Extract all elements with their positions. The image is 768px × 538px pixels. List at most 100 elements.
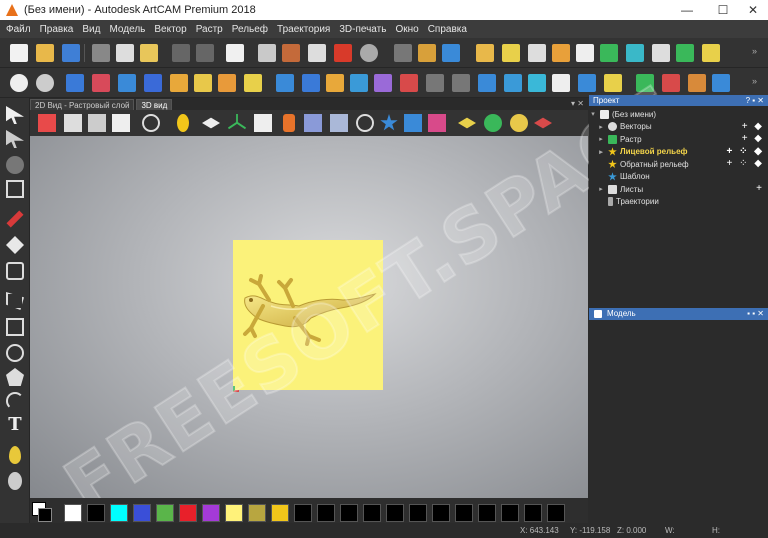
- model-panel-controls[interactable]: ▪ ▪ ✕: [747, 308, 764, 320]
- menu-bitmap[interactable]: Растр: [196, 24, 223, 35]
- tree-item-front-relief[interactable]: ▸ Лицевой рельеф + ⁘ ◆: [589, 146, 768, 159]
- polygon-icon[interactable]: [6, 368, 24, 386]
- wave-icon[interactable]: [528, 74, 546, 92]
- polyline-icon[interactable]: [6, 292, 24, 310]
- undo-icon[interactable]: [172, 44, 190, 62]
- document-icon[interactable]: [226, 44, 244, 62]
- layout-icon[interactable]: [258, 44, 276, 62]
- menu-3d-print[interactable]: 3D-печать: [339, 24, 386, 35]
- cube-icon[interactable]: [394, 44, 412, 62]
- relief-add-icon[interactable]: [118, 74, 136, 92]
- plane-icon[interactable]: [202, 117, 220, 129]
- blocks-icon[interactable]: [442, 44, 460, 62]
- color-swatch[interactable]: [225, 504, 243, 522]
- color-swatch[interactable]: [340, 504, 358, 522]
- tree-item-actions[interactable]: + ◆: [742, 133, 764, 144]
- fade-icon[interactable]: [400, 74, 418, 92]
- relief-star-icon[interactable]: [244, 74, 262, 92]
- grid-icon[interactable]: [282, 44, 300, 62]
- shaded-icon[interactable]: [304, 114, 322, 132]
- color-swatch[interactable]: [271, 504, 289, 522]
- color-swatch[interactable]: [110, 504, 128, 522]
- tab-2d-view[interactable]: 2D Вид - Растровый слой: [30, 99, 135, 110]
- expand-icon[interactable]: ▸: [597, 185, 605, 193]
- node-edit-icon[interactable]: [528, 44, 546, 62]
- new-file-icon[interactable]: [10, 44, 28, 62]
- color-swatch[interactable]: [363, 504, 381, 522]
- tree-item-toolpaths[interactable]: Траектории: [589, 196, 768, 209]
- cube-front-icon[interactable]: [64, 114, 82, 132]
- green-shape-icon[interactable]: [484, 114, 502, 132]
- tree-item-actions[interactable]: +: [756, 183, 764, 194]
- spiral-icon[interactable]: [652, 44, 670, 62]
- gear-red-icon[interactable]: [662, 74, 680, 92]
- cube-top-icon[interactable]: [112, 114, 130, 132]
- camera-icon[interactable]: [6, 262, 24, 280]
- color-swatch[interactable]: [409, 504, 427, 522]
- rectangle-icon[interactable]: [6, 318, 24, 336]
- tab-3d-view[interactable]: 3D вид: [136, 99, 173, 110]
- folder-tools-icon[interactable]: [476, 44, 494, 62]
- sheet-icon[interactable]: [552, 74, 570, 92]
- color-swatch[interactable]: [478, 504, 496, 522]
- wireframe-icon[interactable]: [330, 114, 348, 132]
- color-swatch[interactable]: [87, 504, 105, 522]
- color-swatch[interactable]: [133, 504, 151, 522]
- menu-toolpath[interactable]: Траектория: [277, 24, 330, 35]
- copy-icon[interactable]: [116, 44, 134, 62]
- zoom-fit-icon[interactable]: [142, 114, 160, 132]
- red-plane-icon[interactable]: [534, 117, 552, 129]
- menu-model[interactable]: Модель: [109, 24, 145, 35]
- expand-icon[interactable]: ▸: [597, 123, 605, 131]
- menu-window[interactable]: Окно: [395, 24, 418, 35]
- color-swatch[interactable]: [547, 504, 565, 522]
- tree-root[interactable]: ▾ (Без имени): [589, 108, 768, 121]
- color-swatch[interactable]: [202, 504, 220, 522]
- layers-icon[interactable]: [676, 44, 694, 62]
- background-color-swatch[interactable]: [38, 508, 52, 522]
- tree-item-template[interactable]: Шаблон: [589, 171, 768, 184]
- color-swatch[interactable]: [432, 504, 450, 522]
- tree-item-vectors[interactable]: ▸ Векторы + ◆: [589, 121, 768, 134]
- tree-item-sheets[interactable]: ▸ Листы +: [589, 183, 768, 196]
- cut-icon[interactable]: [92, 44, 110, 62]
- scale-icon[interactable]: [350, 74, 368, 92]
- select-arrow-icon[interactable]: [6, 106, 24, 124]
- flag-icon[interactable]: [334, 44, 352, 62]
- circle-icon[interactable]: [6, 344, 24, 362]
- color-swatch[interactable]: [294, 504, 312, 522]
- menu-file[interactable]: Файл: [6, 24, 31, 35]
- minimize-button[interactable]: —: [672, 0, 702, 20]
- yellow-plane-icon[interactable]: [458, 117, 476, 129]
- expand-icon[interactable]: ▸: [597, 135, 605, 143]
- color-swatch[interactable]: [317, 504, 335, 522]
- fill-icon[interactable]: [6, 236, 24, 254]
- texture-icon[interactable]: [170, 74, 188, 92]
- menu-help[interactable]: Справка: [428, 24, 467, 35]
- smooth-icon[interactable]: [276, 74, 294, 92]
- star-icon[interactable]: [576, 44, 594, 62]
- node-select-icon[interactable]: [6, 130, 24, 148]
- project-icon[interactable]: [578, 74, 596, 92]
- tree-item-back-relief[interactable]: Обратный рельеф + ⁘ ◆: [589, 158, 768, 171]
- text-tool-icon[interactable]: T: [6, 416, 24, 434]
- eraser-icon[interactable]: [92, 74, 110, 92]
- mesh-icon[interactable]: [688, 74, 706, 92]
- transform-icon[interactable]: [6, 156, 24, 174]
- color-swatch[interactable]: [248, 504, 266, 522]
- tab-controls[interactable]: ▾ ✕: [571, 99, 584, 108]
- measure-icon[interactable]: [360, 44, 378, 62]
- toolbar-overflow-icon[interactable]: »: [752, 46, 757, 56]
- collapse-icon[interactable]: ▾: [589, 110, 597, 118]
- expand-icon[interactable]: ▸: [597, 148, 605, 156]
- close-button[interactable]: ✕: [738, 0, 768, 20]
- color-swatch[interactable]: [156, 504, 174, 522]
- tree-item-bitmap[interactable]: ▸ Растр + ◆: [589, 133, 768, 146]
- redo-icon[interactable]: [196, 44, 214, 62]
- menu-edit[interactable]: Правка: [40, 24, 74, 35]
- flatten-icon[interactable]: [504, 74, 522, 92]
- toolbar-overflow-icon-2[interactable]: »: [752, 76, 757, 86]
- pencil-icon[interactable]: [6, 210, 24, 228]
- axes-icon[interactable]: [228, 114, 246, 130]
- relief-offset-icon[interactable]: [218, 74, 236, 92]
